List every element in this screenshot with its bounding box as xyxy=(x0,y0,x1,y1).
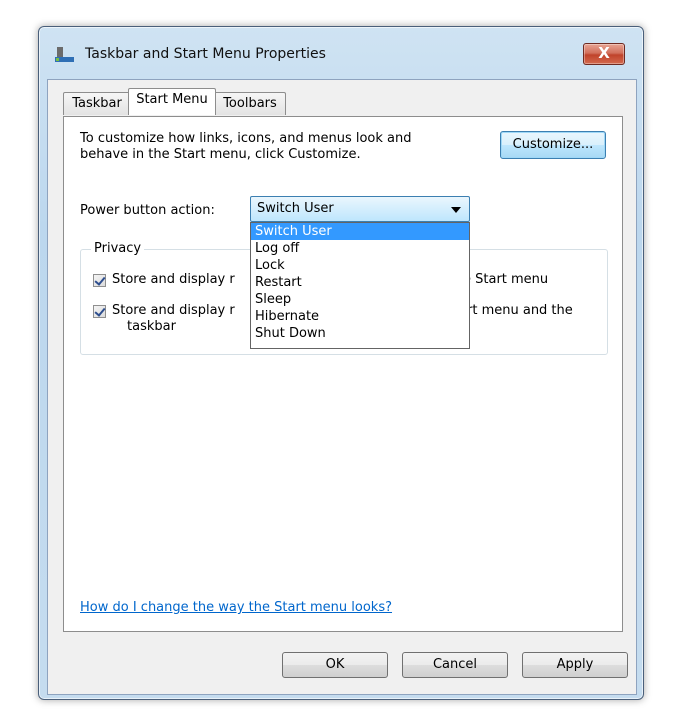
store-recent-items-text-line2: taskbar xyxy=(127,319,176,334)
power-options-dropdown[interactable]: Switch User Log off Lock Restart Sleep H… xyxy=(250,222,470,349)
store-recent-programs-text-left: Store and display r xyxy=(112,272,235,287)
option-shut-down[interactable]: Shut Down xyxy=(251,325,469,342)
window-title: Taskbar and Start Menu Properties xyxy=(85,46,326,62)
option-switch-user[interactable]: Switch User xyxy=(251,223,469,240)
tab-start-menu[interactable]: Start Menu xyxy=(128,88,216,115)
privacy-legend: Privacy xyxy=(91,241,145,256)
chevron-down-icon xyxy=(451,207,461,213)
taskbar-properties-icon xyxy=(55,47,74,62)
intro-text: To customize how links, icons, and menus… xyxy=(80,131,460,163)
option-restart[interactable]: Restart xyxy=(251,274,469,291)
intro-line-1: To customize how links, icons, and menus… xyxy=(80,131,412,146)
tab-taskbar[interactable]: Taskbar xyxy=(63,92,131,115)
dialog-window: Taskbar and Start Menu Properties X Task… xyxy=(38,26,644,700)
store-recent-items-checkbox[interactable] xyxy=(93,305,106,318)
tab-start-menu-label: Start Menu xyxy=(136,92,208,107)
close-button[interactable]: X xyxy=(583,43,625,65)
power-button-action-label: Power button action: xyxy=(80,203,215,218)
tab-toolbars-label: Toolbars xyxy=(223,96,277,111)
store-recent-items-text-left: Store and display r xyxy=(112,303,235,318)
customize-button[interactable]: Customize... xyxy=(500,131,606,159)
option-sleep[interactable]: Sleep xyxy=(251,291,469,308)
option-hibernate[interactable]: Hibernate xyxy=(251,308,469,325)
dialog-client-area: Taskbar Start Menu Toolbars To customize… xyxy=(47,79,637,695)
help-link[interactable]: How do I change the way the Start menu l… xyxy=(80,600,392,615)
intro-line-2: behave in the Start menu, click Customiz… xyxy=(80,147,361,162)
option-log-off[interactable]: Log off xyxy=(251,240,469,257)
tab-taskbar-label: Taskbar xyxy=(72,96,122,111)
store-recent-programs-checkbox[interactable] xyxy=(93,274,106,287)
option-lock[interactable]: Lock xyxy=(251,257,469,274)
power-button-action-select[interactable]: Switch User xyxy=(250,196,470,222)
close-icon: X xyxy=(598,44,610,62)
cancel-button[interactable]: Cancel xyxy=(402,652,508,678)
store-recent-programs-text-right: e Start menu xyxy=(463,272,549,287)
store-recent-items-text-right: rt menu and the xyxy=(467,303,573,318)
apply-button[interactable]: Apply xyxy=(522,652,628,678)
ok-button[interactable]: OK xyxy=(282,652,388,678)
power-button-action-value: Switch User xyxy=(257,201,334,216)
tab-toolbars[interactable]: Toolbars xyxy=(214,92,286,115)
start-menu-panel: To customize how links, icons, and menus… xyxy=(63,116,623,632)
